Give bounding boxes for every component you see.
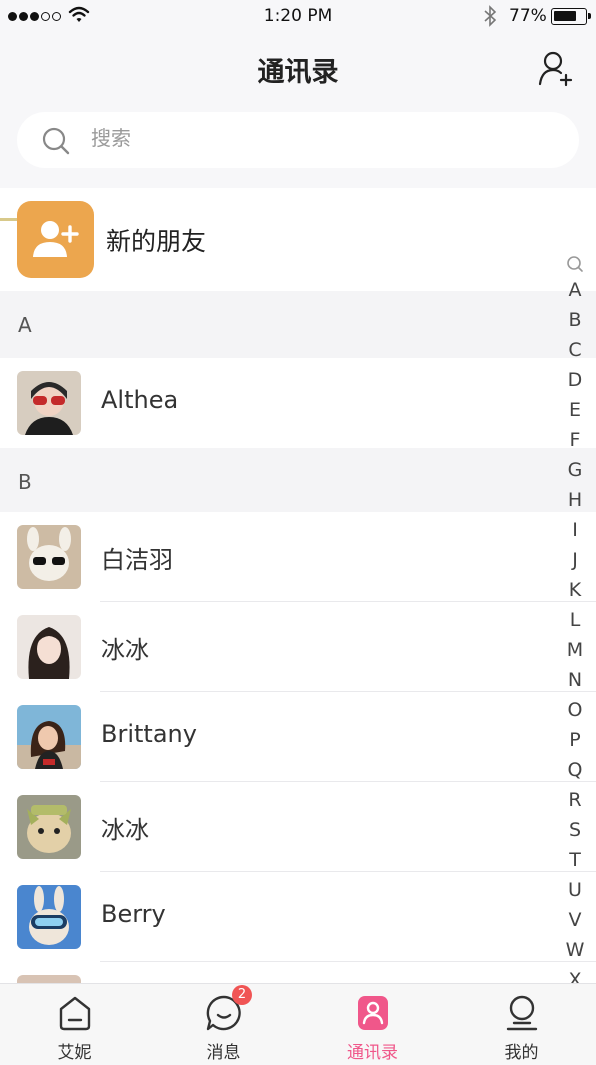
new-friends-row[interactable]: 新的朋友 — [0, 188, 596, 291]
tab-messages[interactable]: 2 消息 — [149, 984, 298, 1065]
tab-bar: 艾妮 2 消息 通讯录 我的 — [0, 983, 596, 1064]
profile-icon — [506, 995, 537, 1031]
avatar — [17, 615, 81, 679]
index-letter[interactable]: K — [562, 575, 588, 605]
status-bar: 1:20 PM 77% — [0, 0, 596, 34]
contact-name: 冰冰 — [101, 636, 149, 664]
index-letter[interactable]: D — [562, 365, 588, 395]
contact-name: 冰冰 — [101, 816, 149, 844]
tab-home[interactable]: 艾妮 — [0, 984, 149, 1065]
index-letter[interactable]: B — [562, 305, 588, 335]
contact-name: Althea — [101, 386, 179, 414]
section-letter: B — [18, 470, 32, 494]
battery-percentage: 77% — [509, 6, 547, 26]
unread-badge: 2 — [232, 985, 252, 1005]
add-contact-icon[interactable] — [536, 48, 576, 88]
contacts-icon — [357, 996, 388, 1030]
index-letter[interactable]: M — [562, 635, 588, 665]
index-letter[interactable]: G — [562, 455, 588, 485]
index-letter[interactable]: S — [562, 815, 588, 845]
contact-row[interactable]: 白洁羽 — [0, 512, 596, 602]
contact-row[interactable]: 冰冰 — [0, 782, 596, 872]
index-letter[interactable]: H — [562, 485, 588, 515]
bluetooth-icon — [484, 5, 497, 27]
contact-name: Brittany — [101, 720, 197, 748]
index-letter[interactable]: I — [562, 515, 588, 545]
index-letter[interactable]: W — [562, 935, 588, 965]
tab-contacts[interactable]: 通讯录 — [298, 984, 447, 1065]
index-letter[interactable]: U — [562, 875, 588, 905]
tab-label: 消息 — [206, 1043, 241, 1063]
index-letter[interactable]: P — [562, 725, 588, 755]
contact-name: 白洁羽 — [101, 546, 173, 574]
index-letter[interactable]: F — [562, 425, 588, 455]
avatar — [17, 885, 81, 949]
search-icon — [42, 127, 70, 155]
section-header-a: A — [0, 291, 596, 358]
contact-row[interactable]: Berry — [0, 872, 596, 962]
home-icon — [59, 996, 90, 1031]
tab-label: 通讯录 — [347, 1043, 398, 1063]
contact-row[interactable]: 冰冰 — [0, 602, 596, 692]
new-friends-icon — [17, 201, 94, 278]
avatar — [17, 371, 81, 435]
tab-label: 艾妮 — [57, 1043, 92, 1063]
battery-icon — [551, 8, 591, 25]
tab-profile[interactable]: 我的 — [447, 984, 596, 1065]
new-friends-label: 新的朋友 — [106, 227, 207, 256]
index-letter[interactable]: A — [562, 275, 588, 305]
section-header-b: B — [0, 448, 596, 515]
index-letter[interactable]: O — [562, 695, 588, 725]
contact-name: Berry — [101, 900, 166, 928]
avatar — [17, 525, 81, 589]
tab-label: 我的 — [504, 1043, 539, 1063]
page-title: 通讯录 — [257, 57, 339, 88]
index-letter[interactable]: L — [562, 605, 588, 635]
search-input[interactable] — [89, 125, 493, 151]
search-bar[interactable] — [17, 112, 579, 168]
index-letter[interactable]: Q — [562, 755, 588, 785]
index-letter[interactable]: C — [562, 335, 588, 365]
index-letter[interactable]: N — [562, 665, 588, 695]
status-time: 1:20 PM — [263, 6, 333, 26]
alphabet-index-bar[interactable]: ABCDEFGHIJKLMNOPQRSTUVWX — [562, 253, 588, 991]
section-letter: A — [18, 313, 32, 337]
index-letter[interactable]: V — [562, 905, 588, 935]
index-search-icon[interactable] — [562, 253, 588, 275]
index-letter[interactable]: J — [562, 545, 588, 575]
contact-row[interactable]: Brittany — [0, 692, 596, 782]
index-letter[interactable]: E — [562, 395, 588, 425]
contact-row[interactable]: Althea — [0, 358, 596, 448]
index-letter[interactable]: R — [562, 785, 588, 815]
index-letter[interactable]: T — [562, 845, 588, 875]
avatar — [17, 705, 81, 769]
header: 通讯录 — [0, 34, 596, 104]
avatar — [17, 795, 81, 859]
